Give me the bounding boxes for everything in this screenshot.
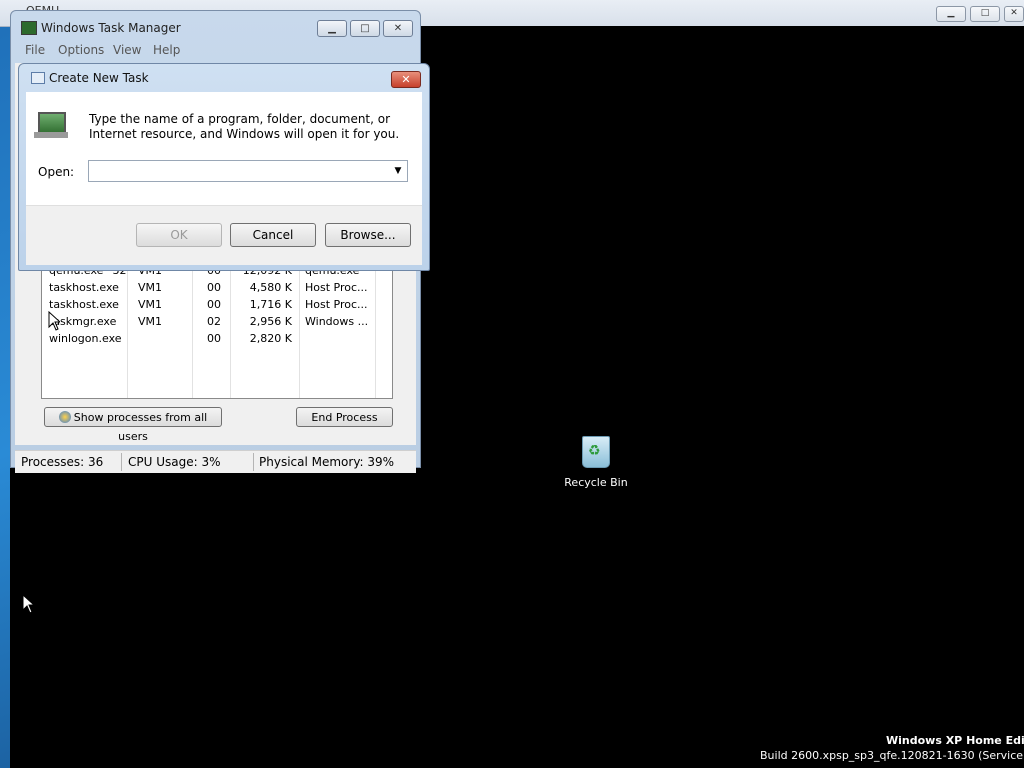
host-close-button[interactable]: ✕: [1004, 6, 1024, 22]
status-divider: [121, 453, 122, 471]
run-computer-icon: [34, 112, 68, 138]
process-memory: 4,580 K: [249, 281, 292, 294]
dialog-close-button[interactable]: ✕: [391, 71, 421, 88]
end-process-button[interactable]: End Process: [296, 407, 393, 427]
process-user: VM1: [138, 281, 163, 294]
shield-icon: [58, 411, 71, 423]
process-description: Host Proc...: [305, 298, 368, 311]
tm-close-button[interactable]: ✕: [383, 20, 413, 37]
os-build-text: Build 2600.xpsp_sp3_qfe.120821-1630 (Ser…: [760, 749, 1024, 762]
task-manager-title: Windows Task Manager: [41, 21, 181, 35]
table-row[interactable]: taskhost.exe VM1 00 4,580 K Host Proc...: [42, 280, 382, 297]
status-memory: Physical Memory: 39%: [259, 455, 395, 469]
process-user: VM1: [138, 315, 163, 328]
host-minimize-button[interactable]: ▁: [936, 6, 966, 22]
process-name: winlogon.exe: [49, 332, 122, 345]
tm-statusbar: Processes: 36 CPU Usage: 3% Physical Mem…: [15, 450, 416, 473]
process-name: taskhost.exe: [49, 281, 119, 294]
process-cpu: 00: [207, 281, 221, 294]
table-row[interactable]: taskmgr.exe VM1 02 2,956 K Windows ...: [42, 314, 382, 331]
recycle-bin-icon: [582, 436, 610, 468]
process-user: VM1: [138, 298, 163, 311]
tm-maximize-button[interactable]: □: [350, 20, 380, 37]
dialog-body: Type the name of a program, folder, docu…: [26, 92, 422, 265]
open-combobox[interactable]: ▼: [88, 160, 408, 182]
mouse-cursor-icon: [22, 594, 34, 614]
recycle-bin[interactable]: Recycle Bin: [560, 436, 632, 489]
cancel-button[interactable]: Cancel: [230, 223, 316, 247]
host-maximize-button[interactable]: □: [970, 6, 1000, 22]
process-cpu: 00: [207, 298, 221, 311]
status-divider: [253, 453, 254, 471]
table-row[interactable]: taskhost.exe VM1 00 1,716 K Host Proc...: [42, 297, 382, 314]
browse-button[interactable]: Browse...: [325, 223, 411, 247]
dialog-description: Type the name of a program, folder, docu…: [89, 112, 400, 141]
open-label: Open:: [38, 165, 75, 179]
dropdown-arrow-icon[interactable]: ▼: [391, 164, 405, 178]
window-icon: [31, 72, 45, 84]
process-memory: 2,956 K: [249, 315, 292, 328]
status-processes: Processes: 36: [21, 455, 104, 469]
create-new-task-dialog: Create New Task ✕ Type the name of a pro…: [18, 63, 430, 271]
os-edition-text: Windows XP Home Edition: [886, 734, 1024, 747]
process-cpu: 02: [207, 315, 221, 328]
table-row[interactable]: winlogon.exe 00 2,820 K: [42, 331, 382, 348]
process-cpu: 00: [207, 332, 221, 345]
menu-view[interactable]: View: [113, 43, 141, 57]
menu-file[interactable]: File: [25, 43, 45, 57]
tm-minimize-button[interactable]: ▁: [317, 20, 347, 37]
recycle-bin-label: Recycle Bin: [564, 476, 628, 489]
status-cpu: CPU Usage: 3%: [128, 455, 221, 469]
menu-help[interactable]: Help: [153, 43, 180, 57]
menu-options[interactable]: Options: [58, 43, 104, 57]
process-description: Windows ...: [305, 315, 369, 328]
process-name: taskhost.exe: [49, 298, 119, 311]
process-memory: 1,716 K: [249, 298, 292, 311]
process-memory: 2,820 K: [249, 332, 292, 345]
process-description: Host Proc...: [305, 281, 368, 294]
show-all-processes-button[interactable]: Show processes from all users: [44, 407, 222, 443]
show-all-processes-label: Show processes from all users: [73, 411, 208, 443]
ok-button[interactable]: OK: [136, 223, 222, 247]
dialog-title: Create New Task: [49, 71, 149, 85]
process-list[interactable]: qemu.exe *32 VM1 00 12,092 K qemu.exe ta…: [41, 265, 393, 399]
mouse-cursor-icon: [48, 311, 60, 331]
task-manager-icon: [21, 21, 37, 35]
tm-menubar: File Options View Help: [15, 41, 416, 61]
